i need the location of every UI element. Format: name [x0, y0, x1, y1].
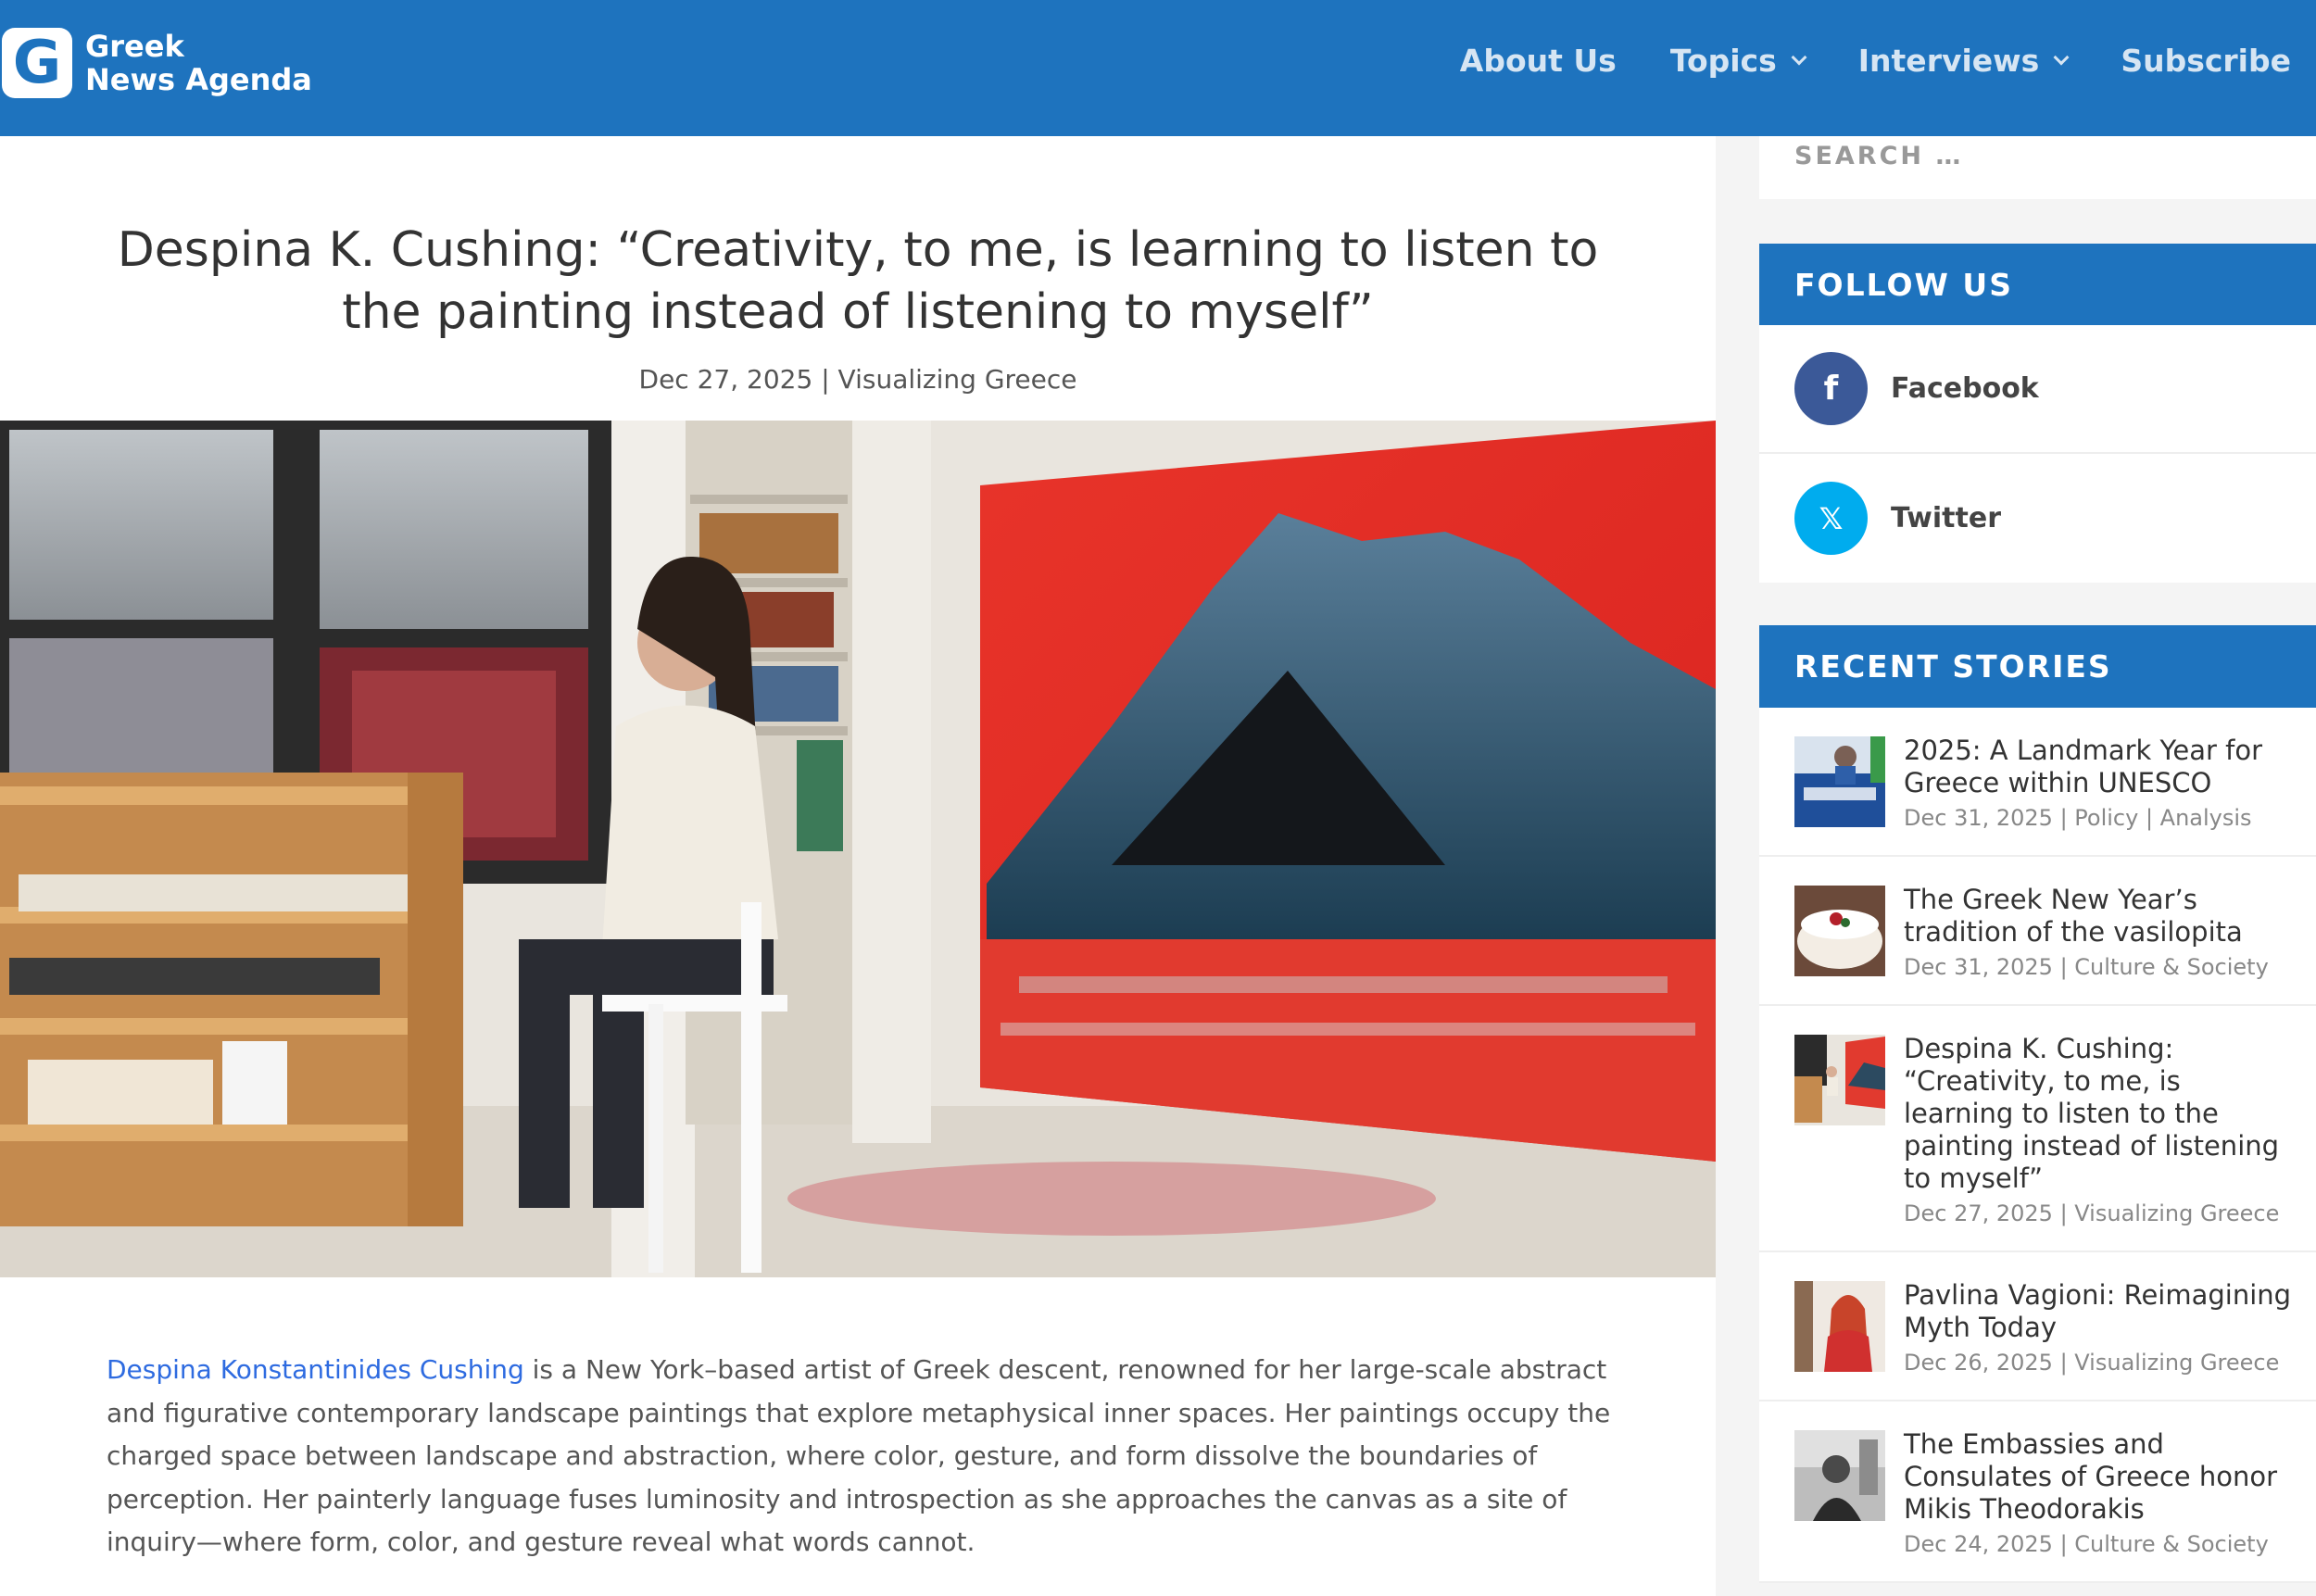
- list-item[interactable]: The Embassies and Consulates of Greece h…: [1759, 1401, 2316, 1583]
- story-thumbnail[interactable]: [1794, 886, 1885, 976]
- recent-stories-list: 2025: A Landmark Year for Greece within …: [1759, 708, 2316, 1583]
- story-title[interactable]: The Embassies and Consulates of Greece h…: [1904, 1428, 2297, 1526]
- story-title[interactable]: Despina K. Cushing: “Creativity, to me, …: [1904, 1033, 2297, 1195]
- main-nav: About Us Topics Interviews Subscribe: [1406, 43, 2291, 79]
- hero-image: [0, 421, 1716, 1277]
- page-title: Despina K. Cushing: “Creativity, to me, …: [117, 222, 1599, 340]
- story-meta: Dec 31, 2025 | Policy | Analysis: [1904, 805, 2252, 831]
- list-item[interactable]: 2025: A Landmark Year for Greece within …: [1759, 708, 2316, 857]
- post-category-link[interactable]: Visualizing Greece: [838, 364, 1077, 395]
- story-title[interactable]: Pavlina Vagioni: Reimagining Myth Today: [1904, 1279, 2297, 1344]
- story-meta: Dec 26, 2025 | Visualizing Greece: [1904, 1350, 2280, 1376]
- follow-us-heading: FOLLOW US: [1759, 244, 2316, 326]
- story-meta: Dec 31, 2025 | Culture & Society: [1904, 954, 2269, 980]
- twitter-link[interactable]: 𝕏 Twitter: [1759, 454, 2316, 583]
- follow-list: f Facebook 𝕏 Twitter: [1759, 325, 2316, 583]
- nav-subscribe[interactable]: Subscribe: [2121, 43, 2291, 79]
- site-logo[interactable]: G Greek News Agenda: [0, 28, 312, 98]
- article-main: Despina K. Cushing: “Creativity, to me, …: [0, 136, 1716, 1596]
- story-thumbnail[interactable]: [1794, 1035, 1885, 1125]
- story-meta: Dec 27, 2025 | Visualizing Greece: [1904, 1200, 2280, 1226]
- nav-topics[interactable]: Topics: [1670, 43, 1807, 79]
- story-thumbnail[interactable]: [1794, 1430, 1885, 1521]
- logo-icon: G: [2, 28, 72, 98]
- list-item[interactable]: Despina K. Cushing: “Creativity, to me, …: [1759, 1006, 2316, 1252]
- list-item[interactable]: The Greek New Year’s tradition of the va…: [1759, 857, 2316, 1006]
- logo-line-2: News Agenda: [85, 62, 312, 97]
- story-title[interactable]: The Greek New Year’s tradition of the va…: [1904, 884, 2297, 949]
- facebook-link[interactable]: f Facebook: [1759, 325, 2316, 454]
- article-body: Despina Konstantinides Cushing is a New …: [107, 1354, 1611, 1557]
- twitter-icon: 𝕏: [1794, 482, 1868, 555]
- site-header: G Greek News Agenda About Us Topics Inte…: [0, 0, 2316, 136]
- post-date: Dec 27, 2025: [638, 364, 813, 395]
- studio-photo: [0, 421, 1716, 1277]
- logo-line-1: Greek: [85, 29, 184, 64]
- recent-stories-heading: RECENT STORIES: [1759, 625, 2316, 708]
- story-title[interactable]: 2025: A Landmark Year for Greece within …: [1904, 735, 2297, 799]
- story-thumbnail[interactable]: [1794, 1281, 1885, 1372]
- sidebar: SEARCH … FOLLOW US f Facebook 𝕏 Twitter …: [1716, 136, 2316, 1596]
- nav-about-us[interactable]: About Us: [1460, 43, 1617, 79]
- post-meta: Dec 27, 2025 | Visualizing Greece: [638, 364, 1077, 395]
- story-thumbnail[interactable]: [1794, 736, 1885, 827]
- list-item[interactable]: Pavlina Vagioni: Reimagining Myth Today …: [1759, 1252, 2316, 1401]
- artist-link[interactable]: Despina Konstantinides Cushing: [107, 1354, 524, 1385]
- nav-interviews[interactable]: Interviews: [1858, 43, 2070, 79]
- chevron-down-icon: [1791, 49, 1807, 65]
- logo-text: Greek News Agenda: [85, 30, 312, 96]
- story-meta: Dec 24, 2025 | Culture & Society: [1904, 1531, 2269, 1557]
- chevron-down-icon: [2053, 49, 2070, 65]
- search-input[interactable]: SEARCH …: [1759, 136, 2316, 199]
- facebook-icon: f: [1794, 352, 1868, 425]
